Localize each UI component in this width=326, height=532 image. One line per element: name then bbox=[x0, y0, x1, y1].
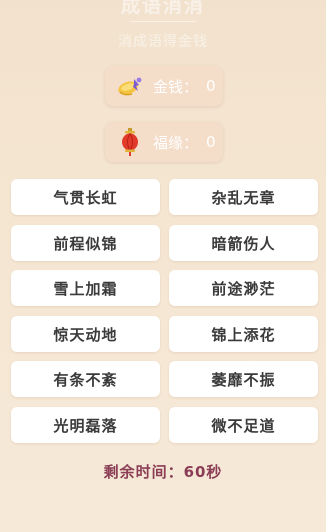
idiom-card[interactable]: 惊天动地 bbox=[11, 316, 160, 352]
coins-panel: 金钱： 0 bbox=[105, 66, 223, 106]
time-remaining: 剩余时间：60秒 bbox=[103, 463, 223, 481]
title-underline bbox=[130, 21, 196, 22]
red-lantern-icon bbox=[115, 128, 145, 156]
idiom-card[interactable]: 前程似锦 bbox=[11, 225, 160, 261]
idiom-card[interactable]: 微不足道 bbox=[169, 407, 318, 443]
idiom-card[interactable]: 光明磊落 bbox=[11, 407, 160, 443]
coin-pouch-icon bbox=[115, 73, 145, 99]
idiom-card[interactable]: 前途渺茫 bbox=[169, 270, 318, 306]
idiom-card[interactable]: 杂乱无章 bbox=[169, 179, 318, 215]
luck-label: 福缘： bbox=[153, 133, 199, 152]
coins-label: 金钱： bbox=[153, 77, 199, 96]
game-subtitle: 消成语得金钱 bbox=[118, 34, 208, 50]
game-title: 成语消消 bbox=[120, 0, 205, 17]
luck-panel: 福缘： 0 bbox=[105, 122, 223, 162]
idiom-card[interactable]: 暗箭伤人 bbox=[169, 225, 318, 261]
idiom-card[interactable]: 雪上加霜 bbox=[11, 270, 160, 306]
idiom-card[interactable]: 萎靡不振 bbox=[169, 361, 318, 397]
luck-value: 0 bbox=[206, 133, 216, 151]
idiom-card[interactable]: 气贯长虹 bbox=[11, 179, 160, 215]
idiom-card[interactable]: 有条不紊 bbox=[11, 361, 160, 397]
idiom-card[interactable]: 锦上添花 bbox=[169, 316, 318, 352]
coins-value: 0 bbox=[206, 77, 216, 95]
